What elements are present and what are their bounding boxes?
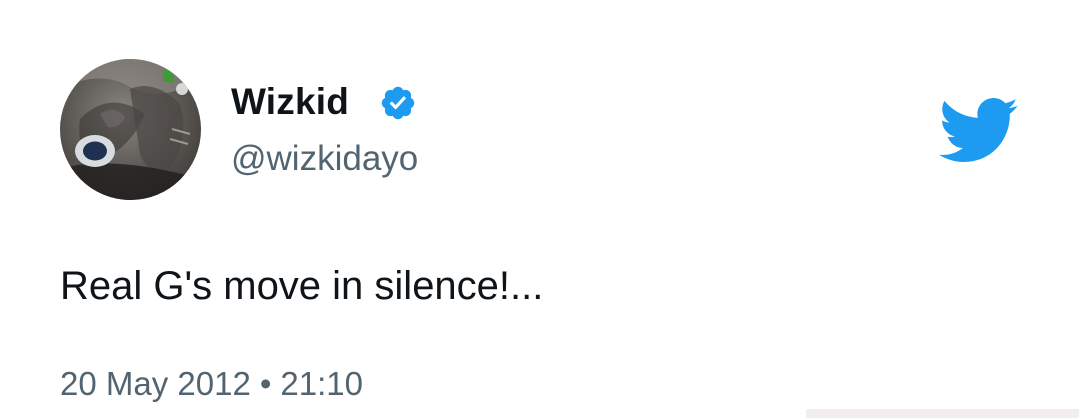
- verified-badge-icon: [381, 86, 415, 120]
- bottom-edge-strip: [806, 409, 1079, 418]
- twitter-bird-icon[interactable]: [939, 98, 1019, 163]
- tweet-text: Real G's move in silence!...: [60, 264, 544, 308]
- timestamp-separator: •: [259, 365, 272, 402]
- author-display-name[interactable]: Wizkid: [231, 80, 349, 124]
- tweet-time-link[interactable]: 21:10: [280, 365, 363, 402]
- tweet-date: 20 May 2012: [60, 365, 251, 402]
- author-handle[interactable]: @wizkidayo: [231, 138, 418, 180]
- tweet-timestamp: 20 May 2012 • 21:10: [60, 364, 363, 404]
- avatar-image: [60, 59, 201, 200]
- tweet-date-link[interactable]: 20 May 2012: [60, 365, 251, 402]
- avatar[interactable]: [60, 59, 201, 200]
- tweet-card: Wizkid @wizkidayo Real G's move in silen…: [0, 0, 1079, 418]
- tweet-time: 21:10: [280, 365, 363, 402]
